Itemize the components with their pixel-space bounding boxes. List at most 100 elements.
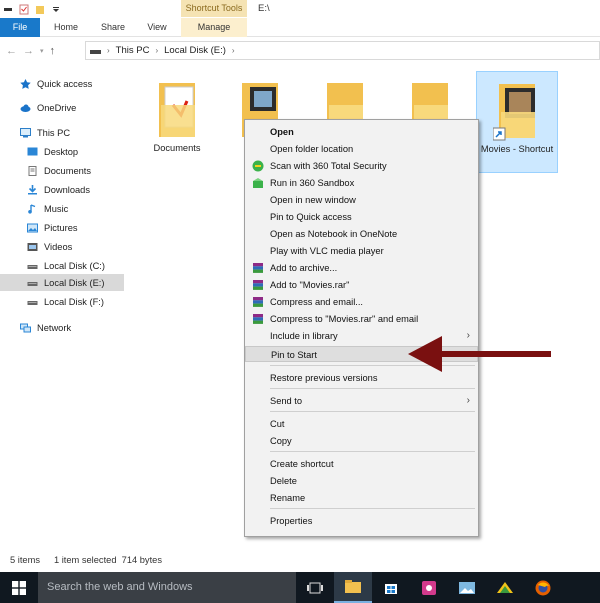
360-scan-icon (252, 160, 264, 172)
drive-icon (27, 300, 38, 305)
properties-icon[interactable] (3, 4, 13, 15)
nav-item-local-disk-f[interactable]: Local Disk (F:) (27, 293, 104, 310)
nav-label: Pictures (44, 222, 78, 233)
menu-item-delete[interactable]: Delete (245, 473, 478, 489)
menu-item-add-archive[interactable]: Add to archive... (245, 260, 478, 276)
menu-item-pin-quick-access[interactable]: Pin to Quick access (245, 209, 478, 225)
menu-label: Compress and email... (270, 297, 364, 307)
menu-label: Rename (270, 493, 306, 503)
menu-item-open-onenote[interactable]: Open as Notebook in OneNote (245, 226, 478, 242)
tab-home[interactable]: Home (46, 18, 86, 37)
menu-label: Properties (270, 516, 313, 526)
firefox-icon (535, 580, 551, 595)
menu-separator (270, 411, 475, 412)
tab-manage[interactable]: Manage (181, 18, 247, 37)
folder-icon (345, 580, 361, 593)
menu-item-copy[interactable]: Copy (245, 433, 478, 449)
up-arrow-icon[interactable]: ↑ (50, 45, 56, 57)
menu-item-send-to[interactable]: Send to › (245, 393, 478, 409)
menu-label: Add to archive... (270, 263, 338, 273)
menu-label: Scan with 360 Total Security (270, 161, 387, 171)
context-menu: Open Open folder location Scan with 360 … (244, 119, 479, 537)
breadcrumb-separator-icon[interactable]: › (107, 46, 110, 55)
start-button[interactable] (0, 572, 38, 603)
nav-item-this-pc[interactable]: This PC (20, 124, 70, 141)
winrar-icon (253, 263, 263, 273)
dropdown-icon[interactable] (51, 4, 61, 15)
menu-item-open-folder-location[interactable]: Open folder location (245, 141, 478, 157)
task-view-button[interactable] (296, 572, 334, 603)
menu-separator (270, 388, 475, 389)
menu-label: Run in 360 Sandbox (270, 178, 355, 188)
menu-item-restore-versions[interactable]: Restore previous versions (245, 370, 478, 386)
menu-item-add-movies-rar[interactable]: Add to "Movies.rar" (245, 277, 478, 293)
checklist-icon[interactable] (19, 4, 29, 15)
forward-arrow-icon[interactable]: → (23, 45, 34, 57)
item-count: 5 items (10, 555, 40, 565)
chevron-right-icon: › (466, 395, 470, 406)
nav-item-local-disk-c[interactable]: Local Disk (C:) (27, 257, 105, 274)
file-item-documents[interactable]: Documents (142, 75, 212, 153)
menu-item-cut[interactable]: Cut (245, 416, 478, 432)
menu-item-open[interactable]: Open (245, 124, 478, 140)
tab-share[interactable]: Share (92, 18, 134, 37)
menu-label: Compress to "Movies.rar" and email (270, 314, 419, 324)
drive-icon (27, 264, 38, 269)
taskbar-search-input[interactable]: Search the web and Windows (38, 572, 296, 603)
nav-item-onedrive[interactable]: OneDrive (20, 99, 76, 116)
nav-item-quick-access[interactable]: Quick access (20, 75, 92, 92)
file-explorer-taskbar-button[interactable] (334, 572, 372, 603)
nav-item-documents[interactable]: Documents (27, 162, 91, 179)
network-icon (20, 323, 31, 332)
menu-item-create-shortcut[interactable]: Create shortcut (245, 456, 478, 472)
app-taskbar-button[interactable] (448, 572, 486, 603)
file-item-movies-shortcut[interactable]: Movies - Shortcut (476, 71, 558, 173)
breadcrumb-this-pc[interactable]: This PC (116, 45, 150, 56)
firefox-taskbar-button[interactable] (524, 572, 562, 603)
store-icon (385, 583, 397, 594)
nav-label: Videos (44, 241, 73, 252)
menu-label: Open as Notebook in OneNote (270, 229, 398, 239)
menu-item-properties[interactable]: Properties (245, 513, 478, 529)
tab-file[interactable]: File (0, 18, 40, 37)
navigation-pane: Quick access OneDrive This PC Desktop Do… (0, 63, 125, 543)
app-taskbar-button[interactable] (486, 572, 524, 603)
menu-label: Include in library (270, 331, 338, 341)
menu-item-play-vlc[interactable]: Play with VLC media player (245, 243, 478, 259)
image-viewer-icon (459, 581, 475, 594)
documents-icon (28, 165, 37, 176)
nav-item-desktop[interactable]: Desktop (27, 143, 78, 160)
nav-item-pictures[interactable]: Pictures (27, 219, 78, 236)
winrar-icon (253, 280, 263, 290)
recent-dropdown-icon[interactable]: ▾ (40, 47, 44, 55)
new-folder-icon[interactable] (35, 4, 45, 15)
windows-logo-icon (12, 580, 26, 595)
store-taskbar-button[interactable] (372, 572, 410, 603)
menu-item-open-new-window[interactable]: Open in new window (245, 192, 478, 208)
menu-item-compress-email[interactable]: Compress and email... (245, 294, 478, 310)
nav-item-music[interactable]: Music (27, 200, 68, 217)
nav-item-local-disk-e[interactable]: Local Disk (E:) (0, 274, 124, 291)
nav-label: Music (44, 203, 69, 214)
breadcrumb-separator-icon[interactable]: › (155, 46, 158, 55)
contextual-tab-header: Shortcut Tools (181, 0, 247, 17)
back-arrow-icon[interactable]: ← (6, 45, 17, 57)
breadcrumb-separator-icon[interactable]: › (232, 46, 235, 55)
breadcrumb-local-disk-e[interactable]: Local Disk (E:) (164, 45, 226, 56)
menu-item-scan-360[interactable]: Scan with 360 Total Security (245, 158, 478, 174)
menu-item-run-sandbox[interactable]: Run in 360 Sandbox (245, 175, 478, 191)
window-title: E:\ (258, 3, 270, 14)
pictures-icon (27, 223, 38, 232)
nav-item-downloads[interactable]: Downloads (27, 181, 90, 198)
app-taskbar-button[interactable] (410, 572, 448, 603)
address-field[interactable]: › This PC › Local Disk (E:) › (85, 41, 600, 60)
folder-icon (492, 76, 541, 144)
nav-item-videos[interactable]: Videos (27, 238, 72, 255)
nav-item-network[interactable]: Network (20, 319, 71, 336)
menu-item-rename[interactable]: Rename (245, 490, 478, 506)
taskbar: Search the web and Windows (0, 572, 600, 603)
nav-label: Local Disk (C:) (44, 260, 105, 271)
tab-view[interactable]: View (138, 18, 176, 37)
menu-item-compress-movies-email[interactable]: Compress to "Movies.rar" and email (245, 311, 478, 327)
nav-label: Downloads (44, 184, 90, 195)
